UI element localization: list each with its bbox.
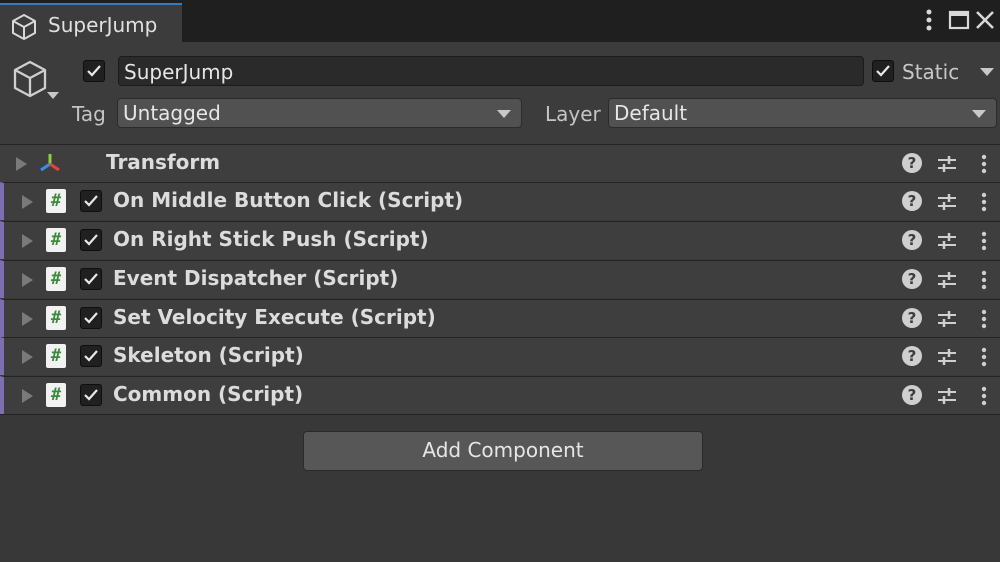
help-icon[interactable]: ?	[902, 230, 922, 250]
layer-dropdown[interactable]: Default	[608, 98, 997, 128]
checkmark-icon	[84, 234, 98, 246]
checkmark-icon	[87, 65, 101, 77]
script-icon: #	[46, 189, 66, 213]
component-title: On Middle Button Click (Script)	[113, 188, 464, 212]
checkmark-icon	[84, 312, 98, 324]
divider	[0, 414, 1000, 415]
component-script[interactable]: # On Middle Button Click (Script) ?	[0, 182, 1000, 220]
tab-bar: SuperJump	[0, 0, 1000, 42]
component-script[interactable]: # Common (Script) ?	[0, 376, 1000, 414]
foldout-arrow-icon[interactable]	[22, 273, 33, 287]
foldout-arrow-icon[interactable]	[22, 312, 33, 326]
help-icon[interactable]: ?	[902, 385, 922, 405]
gameobject-header: SuperJump Static Tag Untagged Layer Defa…	[0, 42, 1000, 144]
name-field[interactable]: SuperJump	[118, 56, 864, 86]
active-toggle[interactable]	[83, 60, 105, 82]
transform-icon	[40, 154, 60, 172]
component-title: Common (Script)	[113, 382, 304, 406]
tab-title: SuperJump	[48, 13, 158, 37]
chevron-down-icon	[497, 110, 511, 118]
tag-value: Untagged	[123, 101, 221, 125]
static-chevron-down-icon[interactable]	[980, 68, 994, 76]
static-label: Static	[902, 60, 960, 84]
presets-icon[interactable]	[936, 191, 958, 213]
close-icon[interactable]	[972, 6, 998, 34]
tag-dropdown[interactable]: Untagged	[117, 98, 522, 128]
layer-value: Default	[614, 101, 688, 125]
static-toggle[interactable]	[872, 60, 894, 82]
component-script[interactable]: # Event Dispatcher (Script) ?	[0, 260, 1000, 298]
tab-inspector[interactable]: SuperJump	[0, 3, 182, 42]
gameobject-cube-icon[interactable]	[10, 58, 50, 100]
script-icon: #	[46, 228, 66, 252]
maximize-icon[interactable]	[946, 6, 972, 34]
script-icon: #	[46, 267, 66, 291]
component-enabled-toggle[interactable]	[80, 307, 102, 329]
component-script[interactable]: # Set Velocity Execute (Script) ?	[0, 299, 1000, 337]
presets-icon[interactable]	[936, 385, 958, 407]
component-menu-icon[interactable]	[980, 230, 988, 252]
component-menu-icon[interactable]	[980, 308, 988, 330]
script-icon: #	[46, 383, 66, 407]
script-icon: #	[46, 344, 66, 368]
checkmark-icon	[84, 389, 98, 401]
component-title: Set Velocity Execute (Script)	[113, 305, 436, 329]
checkmark-icon	[876, 65, 890, 77]
chevron-down-icon	[972, 110, 986, 118]
add-component-button[interactable]: Add Component	[303, 431, 703, 471]
script-icon: #	[46, 306, 66, 330]
cube-icon	[12, 14, 36, 40]
presets-icon[interactable]	[936, 153, 958, 175]
component-title: Event Dispatcher (Script)	[113, 266, 399, 290]
presets-icon[interactable]	[936, 230, 958, 252]
component-menu-icon[interactable]	[980, 346, 988, 368]
help-icon[interactable]: ?	[902, 191, 922, 211]
component-transform[interactable]: Transform ?	[0, 144, 1000, 182]
component-title: Skeleton (Script)	[113, 343, 304, 367]
icon-chevron-down-icon[interactable]	[47, 92, 59, 99]
presets-icon[interactable]	[936, 308, 958, 330]
component-enabled-toggle[interactable]	[80, 268, 102, 290]
help-icon[interactable]: ?	[902, 346, 922, 366]
layer-label: Layer	[545, 102, 601, 126]
foldout-arrow-icon[interactable]	[22, 195, 33, 209]
component-menu-icon[interactable]	[980, 191, 988, 213]
component-enabled-toggle[interactable]	[80, 229, 102, 251]
component-enabled-toggle[interactable]	[80, 384, 102, 406]
kebab-menu-icon[interactable]	[916, 6, 942, 34]
component-script[interactable]: # On Right Stick Push (Script) ?	[0, 221, 1000, 259]
foldout-arrow-icon[interactable]	[22, 350, 33, 364]
checkmark-icon	[84, 273, 98, 285]
component-enabled-toggle[interactable]	[80, 190, 102, 212]
help-icon[interactable]: ?	[902, 153, 922, 173]
component-title: On Right Stick Push (Script)	[113, 227, 429, 251]
component-menu-icon[interactable]	[980, 153, 988, 175]
component-enabled-toggle[interactable]	[80, 345, 102, 367]
component-menu-icon[interactable]	[980, 385, 988, 407]
foldout-arrow-icon[interactable]	[22, 234, 33, 248]
presets-icon[interactable]	[936, 346, 958, 368]
help-icon[interactable]: ?	[902, 308, 922, 328]
help-icon[interactable]: ?	[902, 269, 922, 289]
component-menu-icon[interactable]	[980, 269, 988, 291]
checkmark-icon	[84, 195, 98, 207]
foldout-arrow-icon[interactable]	[22, 389, 33, 403]
foldout-arrow-icon[interactable]	[16, 157, 27, 171]
component-title: Transform	[106, 150, 221, 174]
tag-label: Tag	[72, 102, 106, 126]
presets-icon[interactable]	[936, 269, 958, 291]
component-script[interactable]: # Skeleton (Script) ?	[0, 337, 1000, 375]
checkmark-icon	[84, 350, 98, 362]
